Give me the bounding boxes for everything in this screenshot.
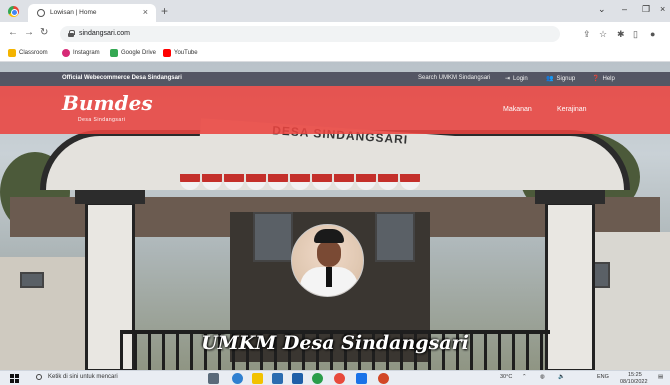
- tab-close-icon[interactable]: ×: [143, 7, 148, 17]
- maximize-icon[interactable]: ❐: [642, 4, 650, 15]
- taskbar-search[interactable]: Ketik di sini untuk mencari: [32, 373, 192, 384]
- login-label: Login: [513, 75, 528, 82]
- reload-icon[interactable]: ↻: [40, 27, 48, 38]
- weather-text[interactable]: 30°C: [500, 374, 512, 380]
- spotify-icon[interactable]: [312, 373, 323, 384]
- address-bar[interactable]: sindangsari.com: [60, 26, 560, 42]
- share-icon[interactable]: ⇪: [583, 29, 591, 40]
- powerpoint-icon[interactable]: [378, 373, 389, 384]
- site-brand-sub: Desa Sindangsari: [78, 117, 126, 123]
- language-icon[interactable]: ENG: [597, 374, 609, 380]
- browser-tab[interactable]: Lowisan | Home ×: [28, 4, 156, 22]
- menu-makanan[interactable]: Makanan: [503, 106, 532, 113]
- menu-kerajinan[interactable]: Kerajinan: [557, 106, 587, 113]
- bookmarks-bar: Classroom Instagram Google Drive YouTube: [0, 46, 670, 62]
- users-icon: 👥: [546, 76, 554, 82]
- edge-icon[interactable]: [232, 373, 243, 384]
- login-icon: ⇥: [505, 76, 511, 82]
- taskbar-search-placeholder: Ketik di sini untuk mencari: [48, 374, 118, 380]
- back-icon[interactable]: ←: [8, 27, 18, 38]
- forward-icon[interactable]: →: [24, 27, 34, 38]
- chevron-down-icon[interactable]: ⌄: [598, 4, 606, 15]
- chrome-taskbar-icon[interactable]: [334, 373, 345, 384]
- star-icon[interactable]: ☆: [599, 29, 607, 40]
- word-icon[interactable]: [356, 373, 367, 384]
- network-icon[interactable]: ◍: [540, 374, 545, 380]
- clock-date[interactable]: 08/10/2022: [620, 379, 648, 385]
- volume-icon[interactable]: 🔈: [558, 374, 565, 380]
- store-icon[interactable]: [272, 373, 283, 384]
- bunting-decoration: [180, 174, 440, 194]
- pillar-cap-image: [535, 190, 605, 204]
- profile-icon[interactable]: ●: [650, 29, 655, 39]
- windows-taskbar: Ketik di sini untuk mencari 30°C ⌃ ◍ 🔈 E…: [0, 370, 670, 385]
- windows-start-icon[interactable]: [10, 374, 19, 383]
- site-brand[interactable]: Bumdes: [62, 91, 153, 115]
- site-navbar: Bumdes Desa Sindangsari Makanan Kerajina…: [0, 86, 670, 134]
- clock-time[interactable]: 15:25: [628, 372, 642, 378]
- signup-link[interactable]: 👥 Signup: [546, 75, 576, 83]
- browser-tab-strip: Lowisan | Home × + ⌄ – ❐ ×: [0, 0, 670, 22]
- pillar-cap-image: [75, 190, 145, 204]
- official-portrait: [291, 224, 364, 297]
- hero-title: UMKM Desa Sindangsari: [201, 332, 469, 354]
- tab-title: Lowisan | Home: [50, 9, 97, 16]
- minimize-icon[interactable]: –: [622, 4, 627, 14]
- close-window-icon[interactable]: ×: [660, 4, 665, 14]
- new-tab-icon[interactable]: +: [161, 4, 168, 18]
- url-text: sindangsari.com: [79, 30, 130, 37]
- bookmark-label: Google Drive: [121, 50, 157, 56]
- site-tagline: Official Webecommerce Desa Sindangsari: [62, 75, 182, 81]
- login-link[interactable]: ⇥ Login: [505, 75, 528, 83]
- notifications-icon[interactable]: ▤: [658, 374, 663, 380]
- lock-icon: [68, 30, 75, 37]
- chrome-logo-icon: [8, 6, 19, 17]
- bookmark-google-drive[interactable]: Google Drive: [110, 49, 156, 57]
- help-icon: ❓: [592, 76, 600, 82]
- youtube-icon: [163, 49, 171, 57]
- tray-chevron-icon[interactable]: ⌃: [522, 374, 527, 380]
- window-image: [375, 212, 415, 262]
- task-view-icon[interactable]: [208, 373, 219, 384]
- site-top-bar: Official Webecommerce Desa Sindangsari S…: [0, 72, 670, 86]
- mail-icon[interactable]: [292, 373, 303, 384]
- web-page: DESA SINDANGSARI Official Webecommerce D…: [0, 62, 670, 370]
- signup-label: Signup: [556, 75, 576, 82]
- classroom-icon: [8, 49, 16, 57]
- google-drive-icon: [110, 49, 118, 57]
- browser-toolbar: ← → ↻ sindangsari.com ⇪ ☆ ✱ ▯ ●: [0, 22, 670, 46]
- extensions-icon[interactable]: ✱: [617, 29, 625, 40]
- window-image: [253, 212, 293, 262]
- window-image: [20, 272, 44, 288]
- bookmark-instagram[interactable]: Instagram: [62, 49, 100, 57]
- bookmark-label: YouTube: [174, 50, 198, 56]
- instagram-icon: [62, 49, 70, 57]
- file-explorer-icon[interactable]: [252, 373, 263, 384]
- site-search[interactable]: Search UMKM Sindangsari: [418, 75, 490, 81]
- bookmark-classroom[interactable]: Classroom: [8, 49, 48, 57]
- help-link[interactable]: ❓ Help: [592, 75, 615, 83]
- bookmark-label: Classroom: [19, 50, 48, 56]
- help-label: Help: [602, 75, 615, 82]
- search-icon: [36, 374, 42, 380]
- site-search-text: Search UMKM Sindangsari: [418, 75, 491, 81]
- bookmark-label: Instagram: [73, 50, 100, 56]
- sidepanel-icon[interactable]: ▯: [633, 29, 638, 40]
- site-favicon-icon: [37, 9, 45, 17]
- bookmark-youtube[interactable]: YouTube: [163, 49, 198, 57]
